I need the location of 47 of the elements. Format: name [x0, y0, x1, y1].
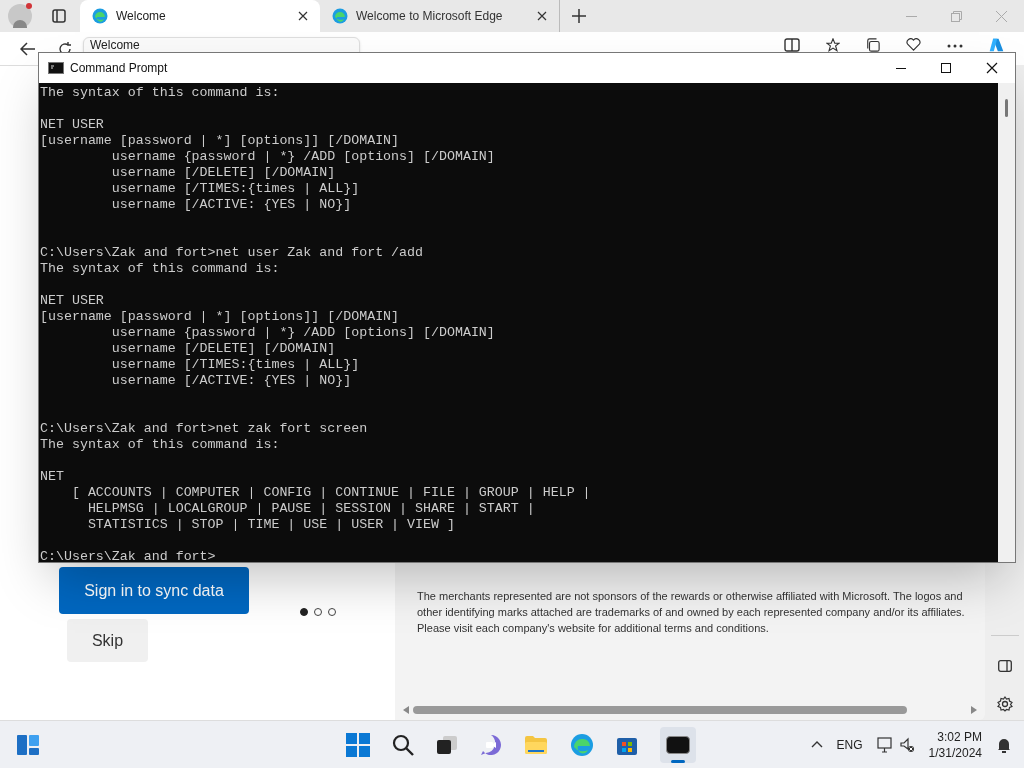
tab-title: Welcome to Microsoft Edge: [356, 8, 504, 25]
widgets-icon[interactable]: [16, 733, 40, 756]
new-tab-icon[interactable]: [572, 9, 586, 23]
terminal-icon[interactable]: [660, 727, 696, 763]
notification-icon[interactable]: [996, 736, 1012, 753]
edge-icon[interactable]: [570, 733, 594, 757]
console-icon: [48, 62, 64, 74]
edge-icon: [332, 8, 348, 24]
search-icon[interactable]: [392, 734, 414, 756]
split-screen-icon[interactable]: [784, 38, 800, 52]
favorites-icon[interactable]: [826, 38, 840, 52]
settings-icon[interactable]: [996, 696, 1013, 712]
browser-tab[interactable]: Welcome: [80, 0, 320, 32]
console-output: The syntax of this command is: NET USER [username [password | *] [options]] [/DOMAIN] username {password | *} /ADD [options] [/DOMAIN] username [/DELETE] [/DOMAIN] username [/TIMES:{times | ALL}] username [/ACTIVE: {YES | NO}] C:\Users\Zak and fort>net user Zak and fort /add The syntax of this command is: NET USER [username [password | *] [options]] [/DOMAIN] username {password | *} /ADD [options] [/DOMAIN] username [/DELETE] [/DOMAIN] username [/TIMES:{times | ALL}] username [/ACTIVE: {YES | NO}] C:\Users\Zak and fort>net zak fort screen The syntax of this command is: NET [ ACCOUNTS | COMPUTER | CONFIG | CONTINUE | FILE | GROUP | HELP | HELPMSG | LOCALGROUP | PAUSE | SESSION | SHARE | START | STATISTICS | STOP | TIME | USE | USER | VIEW ] C:\Users\Zak and fort>: [39, 84, 592, 562]
disclaimer-text: The merchants represented are not sponsors of the rewards or otherwise affiliated with Microsoft. The logos and other identifying marks attached are trademarks of and owned by each represented company and/or its affiliates. Please visit each company's website for additional terms and conditions.: [416, 589, 966, 636]
scroll-right-icon[interactable]: [971, 706, 977, 714]
copilot-icon[interactable]: [989, 38, 1004, 52]
chevron-up-icon[interactable]: [810, 741, 823, 748]
heart-icon[interactable]: [906, 38, 921, 51]
clock[interactable]: 3:02 PM 1/31/2024: [928, 728, 982, 761]
collections-icon[interactable]: [866, 38, 880, 52]
network-icon[interactable]: [876, 736, 893, 753]
back-icon[interactable]: [20, 41, 36, 56]
volume-muted-icon[interactable]: [898, 736, 915, 753]
profile-icon[interactable]: [8, 4, 32, 28]
tab-actions-icon[interactable]: [52, 9, 66, 23]
maximize-icon[interactable]: [941, 63, 951, 73]
time-text: 3:02 PM: [937, 728, 982, 745]
scroll-left-icon[interactable]: [403, 706, 409, 714]
minimize-icon[interactable]: [896, 67, 906, 69]
skip-button[interactable]: Skip: [67, 619, 148, 662]
sign-in-button[interactable]: Sign in to sync data: [59, 567, 249, 614]
more-icon[interactable]: [947, 44, 963, 48]
folder-icon[interactable]: [524, 735, 548, 755]
language-indicator[interactable]: ENG: [836, 735, 863, 754]
edge-icon: [92, 8, 108, 24]
close-icon[interactable]: [986, 62, 998, 74]
chat-icon[interactable]: [480, 734, 502, 756]
date-text: 1/31/2024: [928, 744, 982, 761]
close-icon[interactable]: [537, 11, 547, 21]
task-view-icon[interactable]: [436, 735, 458, 755]
start-icon[interactable]: [346, 733, 370, 757]
close-icon[interactable]: [298, 11, 308, 21]
horizontal-scrollbar[interactable]: [413, 706, 907, 714]
scrollbar-thumb[interactable]: [1005, 99, 1008, 117]
sidebar-icon[interactable]: [997, 660, 1012, 672]
tab-title: Welcome: [116, 8, 167, 25]
